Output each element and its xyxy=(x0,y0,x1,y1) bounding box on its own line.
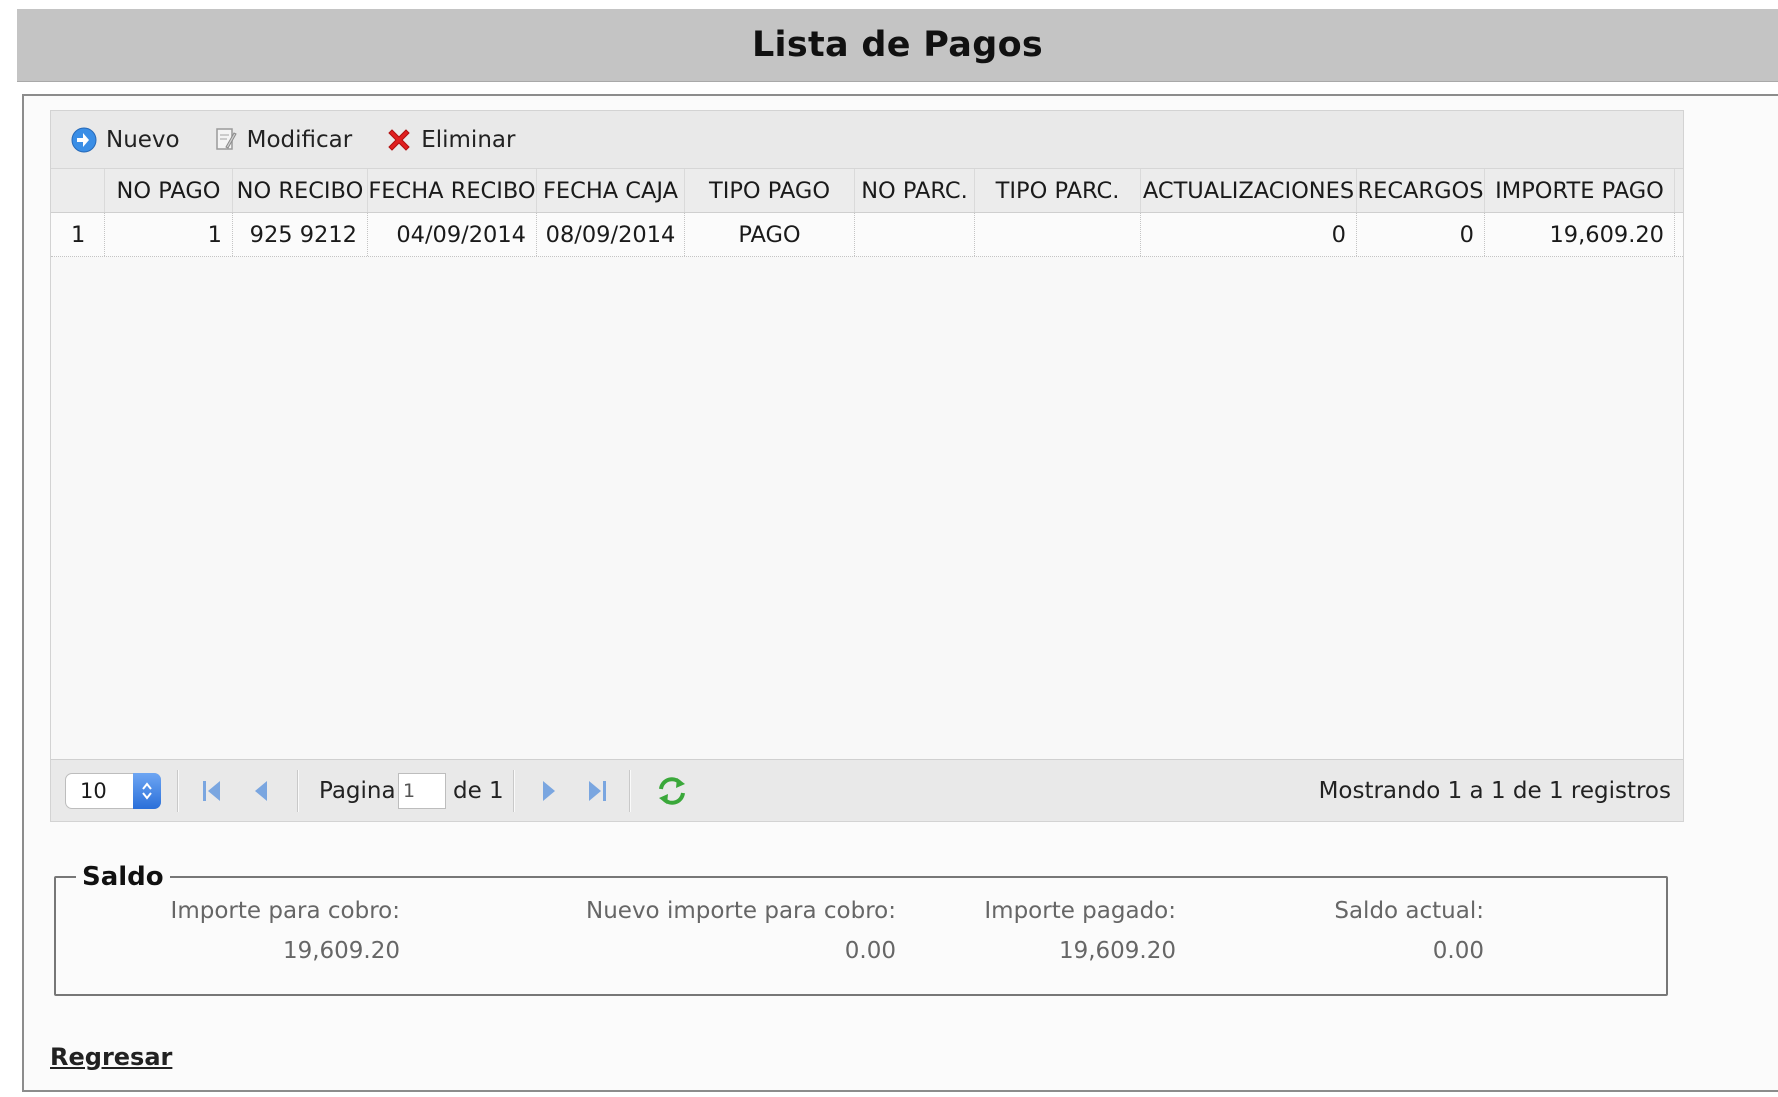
prev-page-icon[interactable] xyxy=(251,777,271,805)
table-header: NO PAGO NO RECIBO FECHA RECIBO FECHA CAJ… xyxy=(51,169,1683,213)
title-bar: Lista de Pagos xyxy=(17,9,1778,82)
header-actualizaciones[interactable]: ACTUALIZACIONES xyxy=(1141,169,1357,212)
importe-pagado-group: Importe pagado: 19,609.20 xyxy=(984,898,1176,964)
first-page-icon[interactable] xyxy=(199,777,225,805)
pager-status: Mostrando 1 a 1 de 1 registros xyxy=(1318,778,1671,804)
header-tipo-parc[interactable]: TIPO PARC. xyxy=(975,169,1141,212)
new-button[interactable]: Nuevo xyxy=(71,127,180,153)
page-size-value: 10 xyxy=(80,779,107,803)
cell-no-pago: 1 xyxy=(105,213,233,256)
current-page-input[interactable] xyxy=(398,773,446,809)
pager-separator xyxy=(177,770,179,812)
header-tipo-pago[interactable]: TIPO PAGO xyxy=(685,169,855,212)
grid-toolbar: Nuevo Modificar Eliminar xyxy=(51,111,1683,169)
back-link[interactable]: Regresar xyxy=(50,1043,172,1071)
header-fecha-caja[interactable]: FECHA CAJA xyxy=(537,169,685,212)
importe-cobro-label: Importe para cobro: xyxy=(170,898,400,924)
new-button-label: Nuevo xyxy=(106,126,180,153)
saldo-legend: Saldo xyxy=(82,862,164,892)
add-circle-icon xyxy=(71,127,97,153)
importe-cobro-group: Importe para cobro: 19,609.20 xyxy=(171,898,400,964)
refresh-icon[interactable] xyxy=(655,774,689,808)
pager: 10 Pagina de 1 xyxy=(51,759,1683,821)
saldo-actual-label: Saldo actual: xyxy=(1334,898,1484,924)
saldo-actual-value: 0.00 xyxy=(1432,938,1484,964)
cell-no-parc xyxy=(855,213,975,256)
page-label: Pagina xyxy=(319,778,396,804)
importe-pagado-label: Importe pagado: xyxy=(984,898,1176,924)
panel-notch xyxy=(36,86,58,94)
payments-grid: Nuevo Modificar Eliminar NO PAGO NO RECI… xyxy=(50,110,1684,822)
cell-recargos: 0 xyxy=(1357,213,1485,256)
header-no-pago[interactable]: NO PAGO xyxy=(105,169,233,212)
pager-separator xyxy=(297,770,299,812)
page-size-select[interactable]: 10 xyxy=(65,773,161,809)
cell-no-recibo: 925 9212 xyxy=(233,213,368,256)
cell-fecha-recibo: 04/09/2014 xyxy=(368,213,537,256)
delete-x-icon xyxy=(386,127,412,153)
delete-button[interactable]: Eliminar xyxy=(386,127,515,153)
cell-tipo-parc xyxy=(975,213,1141,256)
page-title: Lista de Pagos xyxy=(751,25,1044,65)
table-row[interactable]: 1 1 925 9212 04/09/2014 08/09/2014 PAGO … xyxy=(51,213,1683,257)
row-number: 1 xyxy=(51,213,105,256)
importe-pagado-value: 19,609.20 xyxy=(1058,938,1176,964)
header-no-recibo[interactable]: NO RECIBO xyxy=(233,169,368,212)
header-importe-pago[interactable]: IMPORTE PAGO xyxy=(1485,169,1675,212)
cell-fecha-caja: 08/09/2014 xyxy=(537,213,685,256)
saldo-actual-group: Saldo actual: 0.00 xyxy=(1334,898,1484,964)
nuevo-importe-value: 0.00 xyxy=(844,938,896,964)
edit-document-icon xyxy=(214,127,238,153)
pager-separator xyxy=(513,770,515,812)
nuevo-importe-label: Nuevo importe para cobro: xyxy=(586,898,896,924)
last-page-icon[interactable] xyxy=(584,777,610,805)
cell-actualizaciones: 0 xyxy=(1141,213,1357,256)
delete-button-label: Eliminar xyxy=(421,126,516,153)
edit-button-label: Modificar xyxy=(246,126,353,153)
edit-button[interactable]: Modificar xyxy=(214,126,353,153)
header-no-parc[interactable]: NO PARC. xyxy=(855,169,975,212)
cell-tipo-pago: PAGO xyxy=(685,213,855,256)
page-of-label: de 1 xyxy=(453,778,504,804)
importe-cobro-value: 19,609.20 xyxy=(282,938,400,964)
stepper-icon[interactable] xyxy=(133,773,161,809)
header-rownum xyxy=(51,169,105,212)
header-recargos[interactable]: RECARGOS xyxy=(1357,169,1485,212)
saldo-fieldset: Saldo Importe para cobro: 19,609.20 Nuev… xyxy=(54,862,1668,996)
header-fecha-recibo[interactable]: FECHA RECIBO xyxy=(368,169,537,212)
nuevo-importe-group: Nuevo importe para cobro: 0.00 xyxy=(586,898,896,964)
cell-importe-pago: 19,609.20 xyxy=(1485,213,1675,256)
next-page-icon[interactable] xyxy=(539,777,559,805)
pager-separator xyxy=(629,770,631,812)
